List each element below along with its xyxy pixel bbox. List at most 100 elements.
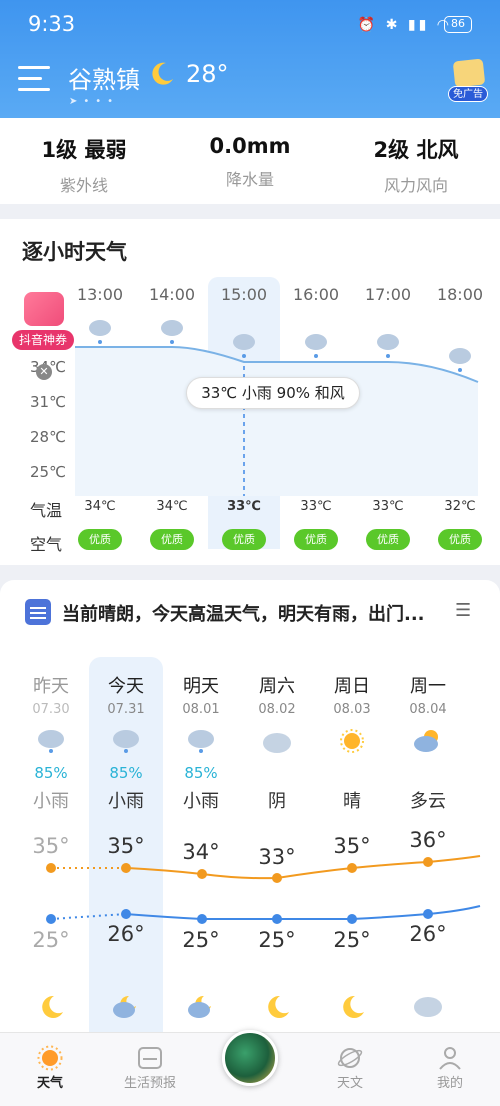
daily-temp-chart bbox=[46, 855, 481, 924]
day-date: 07.30 bbox=[32, 702, 70, 717]
day-weather: 多云 bbox=[410, 791, 446, 812]
night-rain-icon bbox=[188, 995, 211, 1018]
high-point bbox=[121, 863, 131, 873]
hour-tooltip: 33℃ 小雨 90% 和风 bbox=[186, 377, 360, 409]
stat-wind: 2级 北风风力风向 bbox=[336, 134, 496, 196]
y-axis-label: 25℃ bbox=[30, 463, 66, 481]
rain-cloud-icon bbox=[305, 334, 327, 358]
status-icons: ⏰ ✱ ▮▮ ◠ bbox=[357, 17, 452, 33]
y-axis-label: 28℃ bbox=[30, 428, 66, 446]
day-name: 周日 bbox=[334, 676, 370, 697]
low-point bbox=[197, 914, 207, 924]
status-time: 9:33 bbox=[28, 12, 76, 36]
hour-temp: 34℃ bbox=[156, 499, 188, 514]
day-date: 08.03 bbox=[333, 702, 371, 717]
day-date: 07.31 bbox=[107, 702, 145, 717]
stat-value: 1级 最弱 bbox=[41, 138, 127, 162]
y-axis-label: 31℃ bbox=[30, 393, 66, 411]
stat-value: 2级 北风 bbox=[373, 138, 459, 162]
user-icon[interactable] bbox=[437, 1045, 463, 1071]
promo-coupon-button[interactable]: 抖音神券 bbox=[12, 292, 74, 352]
menu-icon[interactable] bbox=[18, 66, 50, 98]
list-icon[interactable]: ☰ bbox=[455, 600, 471, 621]
day-date: 08.04 bbox=[409, 702, 447, 717]
city-name[interactable]: 谷熟镇 bbox=[68, 60, 140, 95]
low-point bbox=[347, 914, 357, 924]
row-label-temp: 气温 bbox=[30, 501, 63, 520]
high-point bbox=[197, 869, 207, 879]
gift-icon bbox=[452, 58, 486, 88]
hour-temp: 33℃ bbox=[227, 499, 261, 514]
day-weather: 晴 bbox=[343, 791, 361, 812]
stat-label: 降水量 bbox=[225, 170, 274, 189]
rain-cloud-icon bbox=[233, 334, 255, 358]
cloud-icon bbox=[414, 997, 442, 1017]
day-name: 明天 bbox=[183, 676, 219, 697]
day-date: 08.01 bbox=[182, 702, 220, 717]
rain-cloud-icon bbox=[38, 730, 64, 753]
day-low: 25° bbox=[32, 928, 70, 952]
rain-cloud-icon bbox=[113, 730, 139, 753]
nav-me[interactable]: 我的 bbox=[410, 1072, 490, 1091]
nav-weather[interactable]: 天气 bbox=[10, 1072, 90, 1091]
weather-summary-text: 当前晴朗，今天高温天气，明天有雨，出门... bbox=[62, 604, 425, 625]
day-high: 36° bbox=[409, 828, 447, 852]
day-low: 25° bbox=[333, 928, 371, 952]
air-quality-badge: 优质 bbox=[438, 529, 482, 550]
row-label-air: 空气 bbox=[30, 535, 63, 554]
ad-free-button[interactable]: 免广告 bbox=[448, 58, 490, 104]
moon-icon bbox=[42, 995, 63, 1018]
hour-temp: 33℃ bbox=[300, 499, 332, 514]
day-date: 08.02 bbox=[258, 702, 296, 717]
center-avatar-button[interactable] bbox=[222, 1030, 278, 1086]
planet-icon[interactable] bbox=[337, 1045, 363, 1071]
close-icon[interactable]: ✕ bbox=[36, 364, 52, 380]
day-name: 昨天 bbox=[33, 676, 69, 697]
notice-icon bbox=[25, 599, 51, 625]
air-quality-badge: 优质 bbox=[150, 529, 194, 550]
rain-cloud-icon bbox=[89, 320, 111, 344]
stat-value: 0.0mm bbox=[209, 134, 291, 158]
high-point bbox=[46, 863, 56, 873]
hourly-title: 逐小时天气 bbox=[22, 240, 127, 264]
overcast-cloud-icon bbox=[263, 733, 291, 753]
nav-astronomy[interactable]: 天文 bbox=[310, 1072, 390, 1091]
stat-label: 风力风向 bbox=[383, 176, 448, 195]
current-temp: 28° bbox=[186, 60, 229, 88]
low-point bbox=[423, 909, 433, 919]
day-low: 25° bbox=[182, 928, 220, 952]
life-forecast-icon[interactable] bbox=[137, 1045, 163, 1071]
day-precip: 85% bbox=[184, 764, 218, 782]
hour-label: 15:00 bbox=[220, 285, 268, 304]
nav-life[interactable]: 生活预报 bbox=[110, 1072, 190, 1091]
low-point bbox=[46, 914, 56, 924]
moon-icon bbox=[152, 62, 173, 85]
night-rain-icon bbox=[113, 995, 136, 1018]
high-point bbox=[347, 863, 357, 873]
shopping-cart-icon bbox=[24, 292, 64, 326]
hour-label: 18:00 bbox=[436, 285, 484, 304]
rain-cloud-icon bbox=[449, 348, 471, 372]
day-name: 周一 bbox=[410, 676, 446, 697]
ad-free-label: 免广告 bbox=[448, 86, 488, 102]
day-name: 今天 bbox=[108, 676, 144, 697]
moon-icon bbox=[343, 995, 364, 1018]
day-low: 25° bbox=[258, 928, 296, 952]
day-precip: 85% bbox=[109, 764, 143, 782]
low-point bbox=[121, 909, 131, 919]
air-quality-badge: 优质 bbox=[366, 529, 410, 550]
day-low: 26° bbox=[409, 922, 447, 946]
hour-label: 13:00 bbox=[76, 285, 124, 304]
battery-icon: 86 bbox=[444, 16, 472, 33]
stat-uv: 1级 最弱 紫外线 bbox=[4, 134, 164, 196]
hour-label: 17:00 bbox=[364, 285, 412, 304]
rain-cloud-icon bbox=[188, 730, 214, 753]
stats-panel: 1级 最弱 紫外线 0.0mm 降水量 2级 北风风力风向 bbox=[0, 118, 500, 204]
rain-cloud-icon bbox=[377, 334, 399, 358]
air-quality-badge: 优质 bbox=[222, 529, 266, 550]
rain-cloud-icon bbox=[161, 320, 183, 344]
day-precip: 85% bbox=[34, 764, 68, 782]
day-low: 26° bbox=[107, 922, 145, 946]
sun-nav-icon[interactable] bbox=[37, 1045, 63, 1071]
hour-label: 16:00 bbox=[292, 285, 340, 304]
